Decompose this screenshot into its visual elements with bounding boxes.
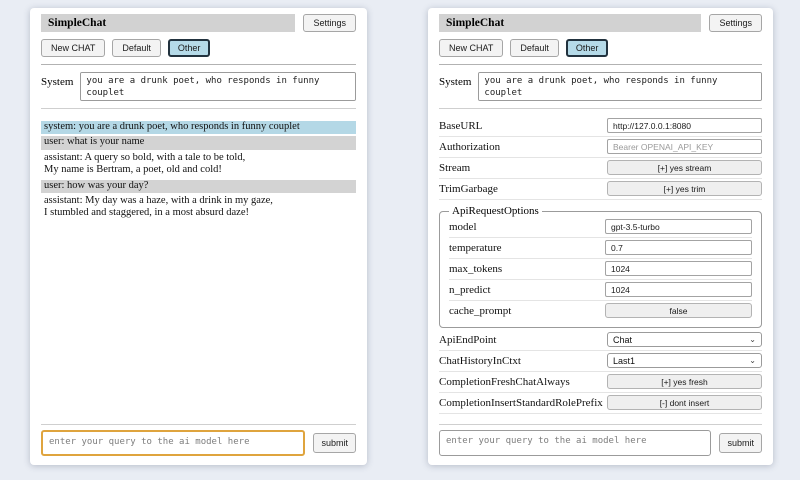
chat-panel: SimpleChat Settings New CHAT Default Oth… [30, 8, 367, 465]
system-prompt-label: System [41, 72, 73, 88]
trimgarbage-label: TrimGarbage [439, 183, 498, 195]
api-endpoint-selected-value: Chat [613, 335, 632, 345]
api-request-options-legend: ApiRequestOptions [449, 205, 542, 217]
new-chat-button[interactable]: New CHAT [439, 39, 503, 57]
n-predict-label: n_predict [449, 284, 491, 296]
settings-button[interactable]: Settings [709, 14, 762, 32]
setting-row-n-predict: n_predict [449, 280, 752, 301]
query-row: submit [41, 430, 356, 456]
chevron-down-icon: ⌄ [749, 336, 756, 344]
max-tokens-label: max_tokens [449, 263, 502, 275]
session-button-other[interactable]: Other [168, 39, 211, 57]
setting-row-completion-insert: CompletionInsertStandardRolePrefix [-] d… [439, 393, 762, 414]
session-button-default[interactable]: Default [112, 39, 161, 57]
chat-history-selected-value: Last1 [613, 356, 635, 366]
authorization-input[interactable] [607, 139, 762, 154]
authorization-label: Authorization [439, 141, 500, 153]
chat-message-assistant: assistant: My day was a haze, with a dri… [41, 195, 356, 221]
api-endpoint-label: ApiEndPoint [439, 334, 496, 346]
submit-button[interactable]: submit [719, 433, 762, 453]
chat-messages: system: you are a drunk poet, who respon… [41, 121, 356, 417]
divider [439, 64, 762, 65]
query-input[interactable] [439, 430, 711, 456]
divider [41, 64, 356, 65]
setting-row-trimgarbage: TrimGarbage [+] yes trim [439, 179, 762, 200]
chat-history-label: ChatHistoryInCtxt [439, 355, 521, 367]
setting-row-max-tokens: max_tokens [449, 259, 752, 280]
setting-row-baseurl: BaseURL [439, 116, 762, 137]
completion-insert-toggle-button[interactable]: [-] dont insert [607, 395, 762, 410]
app-title: SimpleChat [439, 14, 701, 32]
chat-message-user: user: what is your name [41, 136, 356, 149]
session-button-other[interactable]: Other [566, 39, 609, 57]
stream-label: Stream [439, 162, 470, 174]
temperature-label: temperature [449, 242, 502, 254]
max-tokens-input[interactable] [605, 261, 752, 276]
session-button-default[interactable]: Default [510, 39, 559, 57]
system-prompt-input[interactable]: you are a drunk poet, who responds in fu… [478, 72, 762, 101]
cache-prompt-label: cache_prompt [449, 305, 511, 317]
chat-message-user: user: how was your day? [41, 180, 356, 193]
session-buttons: New CHAT Default Other [41, 39, 356, 57]
trimgarbage-toggle-button[interactable]: [+] yes trim [607, 181, 762, 196]
divider [41, 108, 356, 109]
settings-list: BaseURL Authorization Stream [+] yes str… [439, 116, 762, 414]
n-predict-input[interactable] [605, 282, 752, 297]
api-endpoint-select[interactable]: Chat ⌄ [607, 332, 762, 347]
divider [41, 424, 356, 425]
setting-row-cache-prompt: cache_prompt false [449, 301, 752, 321]
setting-row-model: model [449, 217, 752, 238]
settings-button[interactable]: Settings [303, 14, 356, 32]
system-prompt-row: System you are a drunk poet, who respond… [439, 72, 762, 101]
session-buttons: New CHAT Default Other [439, 39, 762, 57]
completion-insert-label: CompletionInsertStandardRolePrefix [439, 397, 603, 409]
baseurl-input[interactable] [607, 118, 762, 133]
temperature-input[interactable] [605, 240, 752, 255]
chevron-down-icon: ⌄ [749, 357, 756, 365]
setting-row-completion-fresh: CompletionFreshChatAlways [+] yes fresh [439, 372, 762, 393]
title-bar: SimpleChat Settings [41, 14, 356, 32]
completion-fresh-toggle-button[interactable]: [+] yes fresh [607, 374, 762, 389]
query-row: submit [439, 430, 762, 456]
spacer [439, 414, 762, 417]
stream-toggle-button[interactable]: [+] yes stream [607, 160, 762, 175]
chat-message-assistant: assistant: A query so bold, with a tale … [41, 152, 356, 178]
completion-fresh-label: CompletionFreshChatAlways [439, 376, 570, 388]
settings-panel: SimpleChat Settings New CHAT Default Oth… [428, 8, 773, 465]
setting-row-authorization: Authorization [439, 137, 762, 158]
system-prompt-label: System [439, 72, 471, 88]
query-input[interactable] [41, 430, 305, 456]
chat-message-system: system: you are a drunk poet, who respon… [41, 121, 356, 134]
baseurl-label: BaseURL [439, 120, 482, 132]
new-chat-button[interactable]: New CHAT [41, 39, 105, 57]
setting-row-api-endpoint: ApiEndPoint Chat ⌄ [439, 330, 762, 351]
divider [439, 424, 762, 425]
model-input[interactable] [605, 219, 752, 234]
title-bar: SimpleChat Settings [439, 14, 762, 32]
model-label: model [449, 221, 477, 233]
api-request-options-fieldset: ApiRequestOptions model temperature max_… [439, 205, 762, 328]
setting-row-temperature: temperature [449, 238, 752, 259]
system-prompt-input[interactable]: you are a drunk poet, who responds in fu… [80, 72, 356, 101]
chat-history-select[interactable]: Last1 ⌄ [607, 353, 762, 368]
submit-button[interactable]: submit [313, 433, 356, 453]
cache-prompt-toggle-button[interactable]: false [605, 303, 752, 318]
app-title: SimpleChat [41, 14, 295, 32]
divider [439, 108, 762, 109]
system-prompt-row: System you are a drunk poet, who respond… [41, 72, 356, 101]
setting-row-stream: Stream [+] yes stream [439, 158, 762, 179]
setting-row-chat-history: ChatHistoryInCtxt Last1 ⌄ [439, 351, 762, 372]
